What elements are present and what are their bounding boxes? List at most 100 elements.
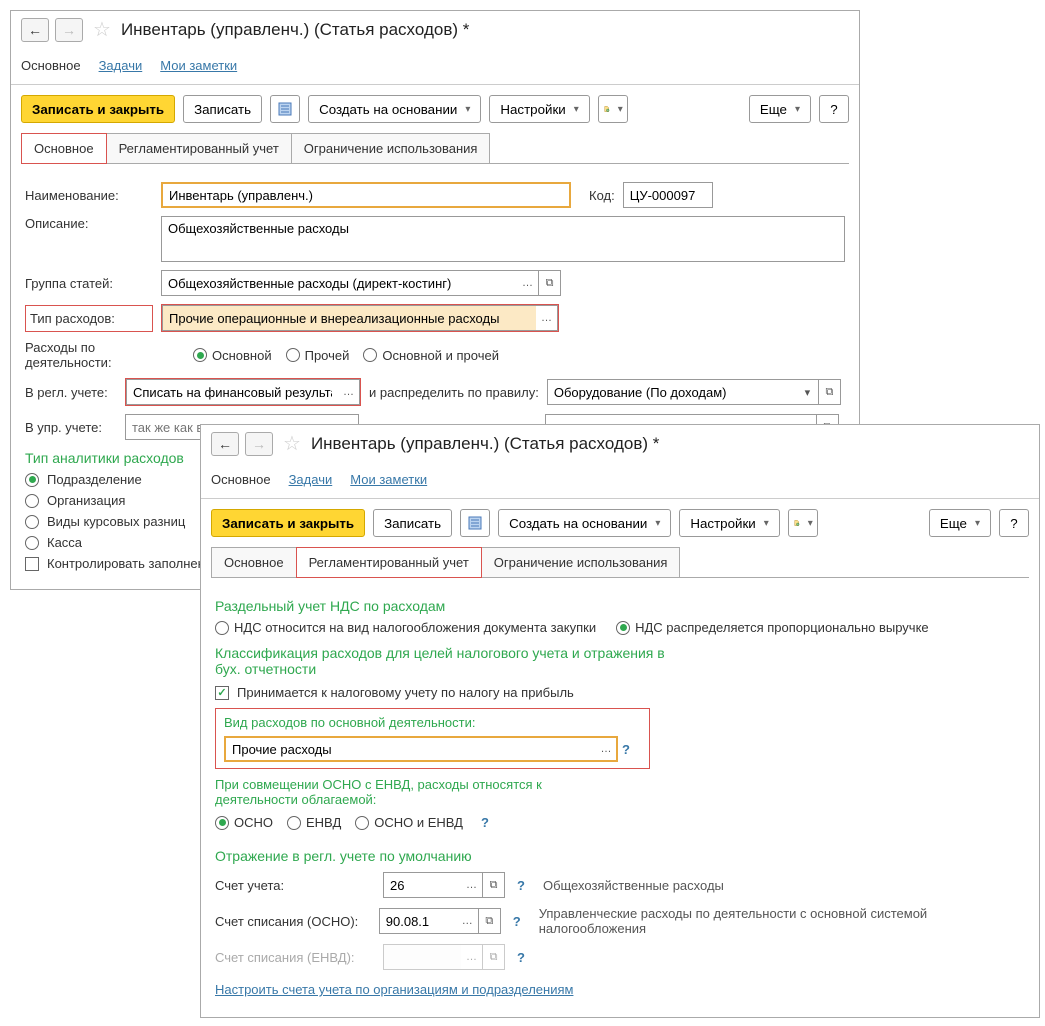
- nav-tab-notes[interactable]: Мои заметки: [350, 464, 427, 498]
- favorite-icon[interactable]: ☆: [283, 431, 301, 456]
- nav-tab-main[interactable]: Основное: [211, 464, 271, 498]
- ellipsis-icon[interactable]: …: [461, 872, 483, 898]
- regl-input[interactable]: [126, 379, 338, 405]
- more-button[interactable]: Еще: [749, 95, 811, 123]
- settings-button[interactable]: Настройки: [489, 95, 589, 123]
- title-bar: ← → ☆ Инвентарь (управленч.) (Статья рас…: [11, 11, 859, 48]
- dropdown-icon[interactable]: ▾: [797, 379, 819, 405]
- open-icon[interactable]: ⧉: [539, 270, 561, 296]
- accept-checkbox-row[interactable]: Принимается к налоговому учету по налогу…: [215, 685, 1025, 700]
- more-button[interactable]: Еще: [929, 509, 991, 537]
- radio-other[interactable]: Прочей: [286, 348, 350, 363]
- type-label: Тип расходов:: [25, 305, 153, 332]
- sub-tabs: Основное Регламентированный учет Огранич…: [11, 133, 859, 164]
- nav-tab-main[interactable]: Основное: [21, 50, 81, 84]
- list-icon-button[interactable]: [460, 509, 490, 537]
- writeoff-input[interactable]: [379, 908, 457, 934]
- help-button[interactable]: ?: [999, 509, 1029, 537]
- open-icon[interactable]: ⧉: [819, 379, 841, 405]
- radio-vat-doc[interactable]: НДС относится на вид налогообложения док…: [215, 620, 596, 635]
- desc-label: Описание:: [25, 216, 153, 231]
- ellipsis-icon[interactable]: …: [517, 270, 539, 296]
- list-icon-button[interactable]: [270, 95, 300, 123]
- type-input[interactable]: [162, 305, 536, 331]
- window-expense-item-regl: ← → ☆ Инвентарь (управленч.) (Статья рас…: [200, 424, 1040, 1018]
- sub-tab-main[interactable]: Основное: [21, 133, 107, 164]
- radio-vat-prop[interactable]: НДС распределяется пропорционально выруч…: [616, 620, 929, 635]
- writeoff-hint: Управленческие расходы по деятельности с…: [539, 906, 1025, 936]
- radio-osno[interactable]: ОСНО: [215, 815, 273, 830]
- open-icon[interactable]: ⧉: [483, 872, 505, 898]
- nav-tab-notes[interactable]: Мои заметки: [160, 50, 237, 84]
- expense-type-box: Вид расходов по основной деятельности: ……: [215, 708, 650, 769]
- back-button[interactable]: ←: [211, 432, 239, 456]
- nav-tabs: Основное Задачи Мои заметки: [11, 48, 859, 85]
- acc-combo[interactable]: … ⧉: [383, 872, 505, 898]
- settings-button[interactable]: Настройки: [679, 509, 779, 537]
- group-combo[interactable]: … ⧉: [161, 270, 561, 296]
- save-close-button[interactable]: Записать и закрыть: [21, 95, 175, 123]
- create-based-on-button[interactable]: Создать на основании: [498, 509, 671, 537]
- sub-tab-regl[interactable]: Регламентированный учет: [106, 133, 292, 164]
- nav-tab-tasks[interactable]: Задачи: [99, 50, 143, 84]
- config-accounts-link[interactable]: Настроить счета учета по организациям и …: [215, 982, 573, 997]
- attachment-button[interactable]: [788, 509, 818, 537]
- save-button[interactable]: Записать: [183, 95, 262, 123]
- create-based-on-button[interactable]: Создать на основании: [308, 95, 481, 123]
- sub-tab-restrict[interactable]: Ограничение использования: [291, 133, 491, 164]
- help-icon[interactable]: ?: [622, 742, 630, 757]
- form-body: Раздельный учет НДС по расходам НДС отно…: [201, 578, 1039, 1017]
- name-input[interactable]: [161, 182, 571, 208]
- desc-textarea[interactable]: [161, 216, 845, 262]
- expense-type-input[interactable]: [224, 736, 596, 762]
- help-button[interactable]: ?: [819, 95, 849, 123]
- writeoff-combo[interactable]: … ⧉: [379, 908, 501, 934]
- distr-label: и распределить по правилу:: [369, 385, 539, 400]
- expense-type-combo[interactable]: …: [224, 736, 618, 762]
- window-title: Инвентарь (управленч.) (Статья расходов)…: [311, 434, 659, 454]
- distr-input[interactable]: [547, 379, 797, 405]
- writeoff-label: Счет списания (ОСНО):: [215, 914, 371, 929]
- type-combo[interactable]: …: [161, 304, 559, 332]
- ellipsis-icon[interactable]: …: [457, 908, 479, 934]
- sub-tab-regl[interactable]: Регламентированный учет: [296, 547, 482, 578]
- envd-acc-input: [383, 944, 461, 970]
- activity-radio-group: Основной Прочей Основной и прочей: [193, 348, 499, 363]
- ellipsis-icon[interactable]: …: [338, 379, 360, 405]
- vat-section-title: Раздельный учет НДС по расходам: [215, 598, 1025, 614]
- envd-acc-label: Счет списания (ЕНВД):: [215, 950, 375, 965]
- help-icon[interactable]: ?: [517, 950, 525, 965]
- forward-button: →: [245, 432, 273, 456]
- ellipsis-icon: …: [461, 944, 483, 970]
- code-label: Код:: [589, 188, 615, 203]
- sub-tab-main[interactable]: Основное: [211, 547, 297, 578]
- ellipsis-icon[interactable]: …: [536, 305, 558, 331]
- help-icon[interactable]: ?: [513, 914, 521, 929]
- group-input[interactable]: [161, 270, 517, 296]
- acc-input[interactable]: [383, 872, 461, 898]
- help-icon[interactable]: ?: [517, 878, 525, 893]
- name-label: Наименование:: [25, 188, 153, 203]
- favorite-icon[interactable]: ☆: [93, 17, 111, 42]
- forward-button: →: [55, 18, 83, 42]
- nav-tabs: Основное Задачи Мои заметки: [201, 462, 1039, 499]
- attachment-button[interactable]: [598, 95, 628, 123]
- regl-combo[interactable]: …: [125, 378, 361, 406]
- activity-label: Расходы по деятельности:: [25, 340, 185, 370]
- save-close-button[interactable]: Записать и закрыть: [211, 509, 365, 537]
- help-icon[interactable]: ?: [481, 815, 489, 830]
- radio-osno-envd[interactable]: ОСНО и ЕНВД: [355, 815, 463, 830]
- ellipsis-icon[interactable]: …: [596, 736, 618, 762]
- nav-tab-tasks[interactable]: Задачи: [289, 464, 333, 498]
- radio-both[interactable]: Основной и прочей: [363, 348, 499, 363]
- radio-envd[interactable]: ЕНВД: [287, 815, 341, 830]
- save-button[interactable]: Записать: [373, 509, 452, 537]
- back-button[interactable]: ←: [21, 18, 49, 42]
- radio-main[interactable]: Основной: [193, 348, 272, 363]
- open-icon[interactable]: ⧉: [479, 908, 501, 934]
- sub-tab-restrict[interactable]: Ограничение использования: [481, 547, 681, 578]
- open-icon: ⧉: [483, 944, 505, 970]
- distr-combo[interactable]: ▾ ⧉: [547, 379, 841, 405]
- classif-section-title: Классификация расходов для целей налогов…: [215, 645, 675, 677]
- code-input[interactable]: [623, 182, 713, 208]
